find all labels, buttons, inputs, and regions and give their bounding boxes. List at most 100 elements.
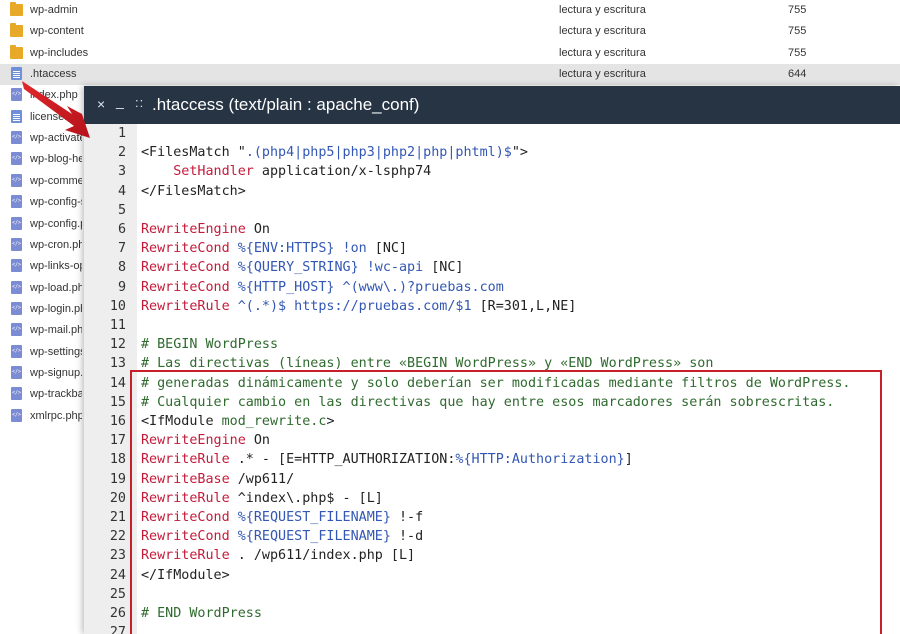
code-comment: mod_rewrite.c <box>221 414 327 429</box>
code-keyword: RewriteCond <box>141 241 230 257</box>
code-editor-dialog: × _ :: .htaccess (text/plain : apache_co… <box>84 86 900 634</box>
code-line[interactable]: RewriteEngine On <box>141 220 270 239</box>
file-name: wp-signup.php <box>30 366 82 379</box>
code-line[interactable]: RewriteRule .* - [E=HTTP_AUTHORIZATION:%… <box>141 450 633 469</box>
file-name: wp-config.php <box>30 217 82 230</box>
code-line[interactable]: # BEGIN WordPress <box>141 335 278 354</box>
code-variable: %{QUERY_STRING} !wc-api <box>237 260 424 276</box>
file-row[interactable]: wp-admin lectura y escritura 755 <box>0 0 900 21</box>
line-number: 24 <box>109 567 126 583</box>
code-comment: # END WordPress <box>141 606 262 621</box>
code-comment: # BEGIN WordPress <box>141 337 279 353</box>
code-variable: ^(.*)$ https://pruebas.com/$1 <box>237 298 472 314</box>
minimize-icon[interactable]: _ <box>116 93 124 109</box>
code-line[interactable]: <FilesMatch ".(php4|php5|php3|php2|php|p… <box>141 143 528 162</box>
line-number: 25 <box>109 586 126 602</box>
file-octal-permissions: 755 <box>788 4 807 16</box>
code-line[interactable]: # Cualquier cambio en las directivas que… <box>141 393 834 412</box>
line-number: 16 <box>109 414 126 429</box>
line-number: 6 <box>117 222 126 237</box>
file-name: wp-cron.php <box>30 238 82 251</box>
file-name: wp-settings.php <box>30 345 82 358</box>
code-line[interactable]: RewriteCond %{HTTP_HOST} ^(www\.)?prueba… <box>141 278 504 297</box>
folder-icon <box>10 2 23 16</box>
code-text: /wp611/ <box>229 471 295 487</box>
code-text: ] <box>624 452 633 468</box>
code-keyword: SetHandler <box>173 164 254 180</box>
line-number: 9 <box>117 279 126 295</box>
code-line[interactable]: SetHandler application/x-lsphp74 <box>141 162 431 181</box>
line-number: 10 <box>109 298 126 314</box>
code-keyword: RewriteCond <box>141 260 230 276</box>
code-text: [NC] <box>366 241 408 257</box>
code-text: [R=301,L,NE] <box>471 298 577 314</box>
code-keyword: RewriteCond <box>141 510 230 525</box>
code-text: On <box>245 433 270 449</box>
code-text: > <box>326 414 335 429</box>
code-keyword: RewriteCond <box>141 529 230 545</box>
code-line[interactable]: # Las directivas (líneas) entre «BEGIN W… <box>141 354 713 373</box>
file-name: wp-trackback.php <box>30 388 82 401</box>
code-keyword: RewriteRule <box>141 298 230 314</box>
file-row[interactable]: wp-includes lectura y escritura 755 <box>0 43 900 64</box>
file-name: wp-includes <box>30 46 89 59</box>
line-number: 8 <box>117 260 126 276</box>
code-text: application/x-lsphp74 <box>253 164 432 180</box>
file-row[interactable]: wp-content lectura y escritura 755 <box>0 21 900 42</box>
line-number: 2 <box>117 145 126 161</box>
code-line[interactable]: </IfModule> <box>141 566 230 585</box>
drag-handle-icon[interactable]: :: <box>135 95 144 110</box>
code-variable: %{HTTP_HOST} ^(www\.)?pruebas.com <box>237 279 504 295</box>
code-line[interactable]: <IfModule mod_rewrite.c> <box>141 412 335 431</box>
code-text: .* - [E=HTTP_AUTHORIZATION: <box>229 452 456 468</box>
code-line[interactable]: RewriteEngine On <box>141 431 270 450</box>
code-line[interactable]: # generadas dinámicamente y solo debería… <box>141 374 850 393</box>
file-row[interactable]: .htaccess lectura y escritura 644 <box>0 64 900 86</box>
php-file-icon <box>11 259 22 273</box>
php-file-icon <box>11 195 22 209</box>
line-number: 17 <box>109 433 126 449</box>
code-line[interactable]: # END WordPress <box>141 604 262 623</box>
code-line[interactable]: RewriteCond %{REQUEST_FILENAME} !-f <box>141 508 423 527</box>
code-variable: %{REQUEST_FILENAME} <box>237 529 391 545</box>
line-number: 27 <box>109 625 126 634</box>
code-area[interactable]: 1 2 3 4 5 6 7 8 9 10 11 12 13 14 15 16 17 18 19 20 21 22 23 24 2… <box>84 124 900 634</box>
code-keyword: RewriteBase <box>141 471 230 487</box>
file-name: wp-links-opml.php <box>30 260 82 273</box>
editor-titlebar[interactable]: × _ :: .htaccess (text/plain : apache_co… <box>84 86 900 124</box>
code-keyword: RewriteCond <box>141 279 230 295</box>
code-line[interactable]: RewriteRule ^index\.php$ - [L] <box>141 489 383 508</box>
line-number: 21 <box>109 510 126 525</box>
line-number: 26 <box>109 606 126 621</box>
line-number: 4 <box>117 183 126 199</box>
code-text: </IfModule> <box>141 567 230 583</box>
code-line[interactable]: RewriteCond %{REQUEST_FILENAME} !-d <box>141 527 423 546</box>
code-text: !-d <box>390 529 424 545</box>
file-permissions: lectura y escritura <box>559 25 646 38</box>
line-number: 22 <box>109 529 126 545</box>
code-content[interactable]: <FilesMatch ".(php4|php5|php3|php2|php|p… <box>141 124 900 634</box>
file-permissions: lectura y escritura <box>559 46 646 59</box>
code-text: !-f <box>390 510 424 525</box>
file-name: wp-load.php <box>30 281 82 294</box>
code-text: <IfModule <box>141 414 222 429</box>
code-line[interactable]: </FilesMatch> <box>141 182 246 201</box>
php-file-icon <box>11 344 22 358</box>
code-line[interactable]: RewriteRule . /wp611/index.php [L] <box>141 546 415 565</box>
code-line[interactable]: RewriteRule ^(.*)$ https://pruebas.com/$… <box>141 297 576 316</box>
php-file-icon <box>11 173 22 187</box>
line-number: 11 <box>109 318 126 333</box>
code-variable: .(php4|php5|php3|php2|php|phtml)$ <box>245 145 512 161</box>
code-keyword: RewriteRule <box>141 452 230 468</box>
php-file-icon <box>11 365 22 379</box>
code-line[interactable]: RewriteCond %{ENV:HTTPS} !on [NC] <box>141 239 407 258</box>
code-comment: # generadas dinámicamente y solo debería… <box>141 375 851 391</box>
line-number: 5 <box>117 202 126 218</box>
code-line[interactable]: RewriteCond %{QUERY_STRING} !wc-api [NC] <box>141 258 464 277</box>
code-line[interactable]: RewriteBase /wp611/ <box>141 470 294 489</box>
php-file-icon <box>11 237 22 251</box>
